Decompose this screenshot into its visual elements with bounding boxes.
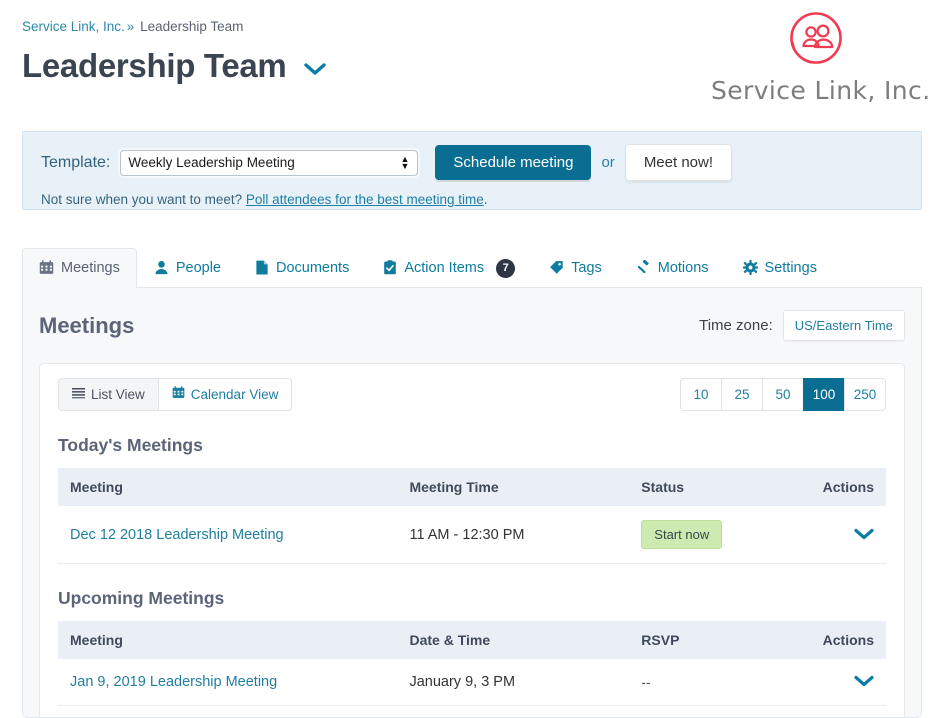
org-logo-text: Service Link, Inc.	[711, 76, 931, 105]
meeting-status-cell: Start now	[629, 506, 787, 564]
action-items-badge: 7	[496, 258, 516, 278]
page-size-10[interactable]: 10	[680, 378, 722, 411]
meeting-actions-cell	[786, 659, 886, 706]
meeting-time-cell: 11 AM - 12:30 PM	[397, 506, 630, 564]
list-view-label: List View	[91, 387, 145, 402]
start-now-button[interactable]: Start now	[641, 520, 723, 549]
calendar-icon	[172, 386, 185, 403]
main-tabs: Meetings People Documents Action Items 7…	[22, 248, 922, 288]
table-row: Dec 12 2018 Leadership Meeting 11 AM - 1…	[58, 506, 886, 564]
meeting-name-cell: Jan 9, 2019 Leadership Meeting	[58, 659, 398, 706]
template-select[interactable]: Weekly Leadership Meeting	[120, 149, 419, 176]
panel-header: Meetings Time zone: US/Eastern Time	[39, 310, 905, 341]
poll-attendees-link[interactable]: Poll attendees for the best meeting time	[246, 192, 484, 207]
meeting-rsvp-cell: --	[629, 659, 787, 706]
column-header-actions: Actions	[786, 468, 886, 506]
tag-icon	[549, 260, 564, 277]
table-row: Jan 9, 2019 Leadership Meeting January 9…	[58, 659, 886, 706]
clipboard-check-icon	[383, 259, 397, 277]
or-label: or	[601, 154, 615, 171]
page-size-250[interactable]: 250	[844, 378, 886, 411]
table-header-row: Meeting Meeting Time Status Actions	[58, 468, 886, 506]
timezone-control: Time zone: US/Eastern Time	[699, 310, 905, 341]
gavel-icon	[636, 259, 651, 277]
column-header-date-time: Date & Time	[397, 621, 630, 659]
page-title: Leadership Team	[22, 47, 287, 84]
calendar-view-button[interactable]: Calendar View	[157, 378, 293, 411]
tab-meetings[interactable]: Meetings	[22, 248, 137, 288]
tab-motions[interactable]: Motions	[619, 248, 726, 287]
list-icon	[72, 386, 85, 403]
meet-now-button[interactable]: Meet now!	[624, 144, 733, 181]
section-title-upcoming-meetings: Upcoming Meetings	[58, 588, 225, 608]
todays-meetings-table: Meeting Meeting Time Status Actions Dec …	[58, 468, 886, 564]
tab-label-motions: Motions	[657, 260, 709, 276]
card-toolbar: List View Calendar View 10 25 50 100 250	[58, 378, 886, 411]
page-size-25[interactable]: 25	[721, 378, 763, 411]
column-header-actions: Actions	[786, 621, 886, 659]
breadcrumb-separator: »	[126, 19, 135, 34]
page-size-50[interactable]: 50	[762, 378, 804, 411]
tab-label-people: People	[175, 260, 221, 276]
tab-label-tags: Tags	[571, 260, 602, 276]
calendar-view-label: Calendar View	[190, 387, 279, 402]
timezone-button[interactable]: US/Eastern Time	[782, 310, 905, 341]
list-view-button[interactable]: List View	[58, 378, 159, 411]
page-size-100[interactable]: 100	[803, 378, 845, 411]
breadcrumb-org-link[interactable]: Service Link, Inc.	[22, 19, 125, 34]
people-circle-icon	[785, 8, 847, 70]
template-infobar: Template: Weekly Leadership Meeting ▲ ▼ S…	[22, 131, 922, 210]
poll-prompt-row: Not sure when you want to meet? Poll att…	[41, 192, 903, 207]
poll-prompt-text: Not sure when you want to meet?	[41, 192, 243, 207]
meeting-link[interactable]: Jan 9, 2019 Leadership Meeting	[70, 674, 277, 690]
row-actions-chevron-down-icon[interactable]	[854, 525, 874, 544]
section-title-todays-meetings: Today's Meetings	[58, 435, 203, 455]
column-header-meeting: Meeting	[58, 621, 398, 659]
team-menu-chevron-down-icon[interactable]	[304, 60, 327, 80]
tab-label-action-items: Action Items	[404, 260, 485, 276]
column-header-status: Status	[629, 468, 787, 506]
template-controls-row: Template: Weekly Leadership Meeting ▲ ▼ S…	[41, 144, 903, 181]
table-header-row: Meeting Date & Time RSVP Actions	[58, 621, 886, 659]
template-select-wrapper: Weekly Leadership Meeting ▲ ▼	[120, 149, 419, 176]
panel-title: Meetings	[39, 312, 135, 338]
gear-icon	[742, 259, 758, 277]
app-page: Service Link, Inc.» Leadership Team Lead…	[0, 0, 943, 718]
tab-tags[interactable]: Tags	[532, 248, 619, 287]
meeting-name-cell: Dec 12 2018 Leadership Meeting	[58, 506, 398, 564]
meeting-link[interactable]: Dec 12 2018 Leadership Meeting	[70, 527, 284, 543]
meetings-card: List View Calendar View 10 25 50 100 250…	[39, 363, 905, 717]
upcoming-meetings-table: Meeting Date & Time RSVP Actions Jan 9, …	[58, 621, 886, 706]
page-header: Service Link, Inc.» Leadership Team Lead…	[0, 0, 943, 120]
page-size-group: 10 25 50 100 250	[680, 378, 886, 411]
row-actions-chevron-down-icon[interactable]	[854, 672, 874, 691]
view-toggle-group: List View Calendar View	[58, 378, 293, 411]
rsvp-value: --	[641, 673, 651, 690]
tab-people[interactable]: People	[137, 248, 238, 287]
meeting-datetime-cell: January 9, 3 PM	[397, 659, 630, 706]
tab-documents[interactable]: Documents	[238, 248, 366, 287]
person-icon	[154, 260, 169, 277]
meeting-actions-cell	[786, 506, 886, 564]
tab-label-settings: Settings	[764, 260, 817, 276]
meetings-panel: Meetings Time zone: US/Eastern Time List…	[22, 288, 922, 718]
template-label: Template:	[41, 153, 111, 171]
tab-label-meetings: Meetings	[61, 260, 120, 276]
timezone-label: Time zone:	[699, 317, 773, 334]
column-header-meeting: Meeting	[58, 468, 398, 506]
calendar-icon	[39, 259, 54, 277]
column-header-meeting-time: Meeting Time	[397, 468, 630, 506]
tab-action-items[interactable]: Action Items 7	[366, 248, 532, 287]
poll-prompt-period: .	[483, 192, 488, 207]
document-icon	[255, 260, 269, 277]
tab-label-documents: Documents	[276, 260, 350, 276]
schedule-meeting-button[interactable]: Schedule meeting	[435, 145, 592, 180]
column-header-rsvp: RSVP	[629, 621, 787, 659]
breadcrumb-current: Leadership Team	[140, 19, 244, 34]
tab-settings[interactable]: Settings	[726, 248, 834, 287]
org-logo: Service Link, Inc.	[711, 8, 931, 105]
